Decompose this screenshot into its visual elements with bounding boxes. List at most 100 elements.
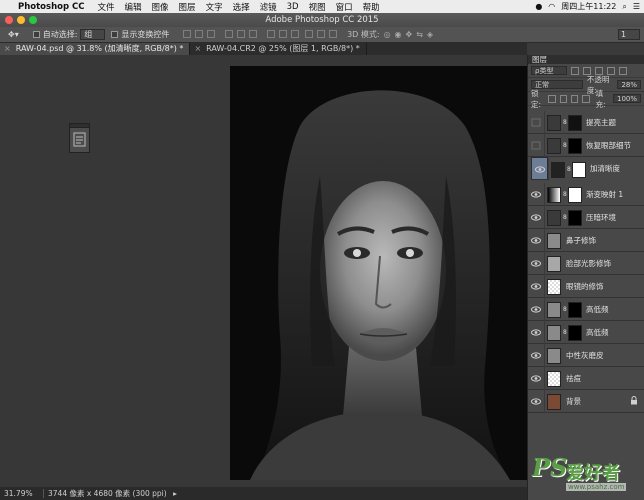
menu-help[interactable]: 帮助	[358, 1, 385, 13]
visibility-eye-icon[interactable]	[531, 213, 541, 222]
info-arrow-icon[interactable]: ▸	[173, 489, 177, 498]
chain-link-icon[interactable]: 8	[563, 119, 567, 126]
layer-thumbnail[interactable]	[547, 348, 561, 364]
layer-row[interactable]: 脸部光影修饰	[528, 252, 644, 275]
layer-name[interactable]: 背景	[566, 396, 581, 407]
align-left-icon[interactable]	[224, 29, 233, 38]
distribute-vcenter-icon[interactable]	[278, 29, 287, 38]
distribute-hcenter-icon[interactable]	[317, 29, 326, 38]
fill-field[interactable]: 100%	[613, 94, 642, 103]
layer-name[interactable]: 压暗环境	[586, 212, 616, 223]
layer-row[interactable]: 中性灰磨皮	[528, 344, 644, 367]
filter-smart-icon[interactable]	[619, 66, 627, 75]
layer-thumbnail[interactable]	[547, 115, 561, 131]
lock-all-icon[interactable]	[582, 94, 590, 103]
filter-kind-dropdown[interactable]: ρ类型	[531, 66, 567, 75]
menu-image[interactable]: 图像	[147, 1, 174, 13]
chain-link-icon[interactable]: 8	[563, 191, 567, 198]
layer-row[interactable]: 眼镜的修饰	[528, 275, 644, 298]
search-icon[interactable]: ⌕	[622, 2, 626, 12]
zoom-level[interactable]: 31.79%	[0, 489, 33, 498]
visibility-eye-icon[interactable]	[531, 259, 541, 268]
layer-row[interactable]: 祛痘	[528, 367, 644, 390]
tab-raw-04-cr2[interactable]: × RAW-04.CR2 @ 25% (图层 1, RGB/8*) *	[190, 43, 367, 55]
visibility-eye-icon[interactable]	[531, 236, 541, 245]
layer-row[interactable]: 8 提亮主题	[528, 111, 644, 134]
close-window-button[interactable]	[5, 16, 13, 24]
visibility-eye-icon[interactable]	[535, 165, 545, 174]
layer-row[interactable]: 8 高低频	[528, 321, 644, 344]
layer-name[interactable]: 脸部光影修饰	[566, 258, 611, 269]
layer-thumbnail[interactable]	[547, 279, 561, 295]
wifi-icon[interactable]: ◠	[548, 2, 555, 11]
layer-thumbnail[interactable]	[547, 187, 561, 203]
filter-type-icon[interactable]	[595, 66, 603, 75]
move-tool-icon[interactable]: ✥▾	[8, 30, 19, 39]
chain-link-icon[interactable]: 8	[563, 306, 567, 313]
menu-filter[interactable]: 滤镜	[255, 1, 282, 13]
layer-row[interactable]: 8 渐变映射 1	[528, 183, 644, 206]
properties-icon[interactable]	[70, 128, 89, 152]
distribute-bottom-icon[interactable]	[290, 29, 299, 38]
visibility-off-box[interactable]	[531, 118, 541, 127]
layer-thumbnail[interactable]	[547, 138, 561, 154]
distribute-top-icon[interactable]	[266, 29, 275, 38]
layer-row[interactable]: 鼻子修饰	[528, 229, 644, 252]
layer-name[interactable]: 渐变映射 1	[586, 189, 623, 200]
align-right-icon[interactable]	[248, 29, 257, 38]
opacity-field[interactable]: 28%	[617, 80, 641, 89]
layer-mask-thumbnail[interactable]	[568, 138, 582, 154]
menu-3d[interactable]: 3D	[282, 2, 304, 12]
auto-select-dropdown[interactable]: 组	[80, 29, 106, 40]
filter-shape-icon[interactable]	[607, 66, 615, 75]
layers-tab[interactable]: 图层	[528, 55, 644, 64]
layer-row[interactable]: 8 加清晰度	[531, 157, 620, 181]
align-hcenter-icon[interactable]	[236, 29, 245, 38]
layer-name[interactable]: 眼镜的修饰	[566, 281, 604, 292]
layer-thumbnail[interactable]	[547, 371, 561, 387]
layer-name[interactable]: 加清晰度	[590, 164, 620, 173]
close-tab-icon[interactable]: ×	[194, 44, 201, 53]
visibility-eye-icon[interactable]	[531, 190, 541, 199]
layer-mask-thumbnail[interactable]	[568, 187, 582, 203]
menu-layer[interactable]: 图层	[174, 1, 201, 13]
layer-name[interactable]: 提亮主题	[586, 117, 616, 128]
visibility-eye-icon[interactable]	[531, 397, 541, 406]
layer-mask-thumbnail[interactable]	[572, 162, 586, 178]
distribute-right-icon[interactable]	[329, 29, 338, 38]
layer-thumbnail[interactable]	[547, 233, 561, 249]
menu-edit[interactable]: 编辑	[120, 1, 147, 13]
chain-link-icon[interactable]: 8	[563, 142, 567, 149]
visibility-eye-icon[interactable]	[531, 305, 541, 314]
show-transform-checkbox[interactable]	[111, 31, 119, 38]
document-image[interactable]	[230, 66, 527, 480]
document-info[interactable]: 3744 像素 x 4680 像素 (300 ppi)	[43, 489, 167, 498]
align-bottom-icon[interactable]	[207, 29, 216, 38]
layer-name[interactable]: 中性灰磨皮	[566, 350, 604, 361]
workspace-selector[interactable]: 1	[618, 29, 640, 40]
tab-raw-04-psd[interactable]: × RAW-04.psd @ 31.8% (加清晰度, RGB/8*) *	[0, 43, 191, 55]
zoom-window-button[interactable]	[29, 16, 37, 24]
layer-row[interactable]: 8 高低频	[528, 298, 644, 321]
layer-thumbnail[interactable]	[547, 302, 561, 318]
layer-thumbnail[interactable]	[547, 394, 561, 410]
layer-row[interactable]: 8 恢复眼部细节	[528, 134, 644, 157]
visibility-eye-icon[interactable]	[531, 328, 541, 337]
minimize-window-button[interactable]	[17, 16, 25, 24]
lock-transparent-icon[interactable]	[548, 94, 556, 103]
menu-view[interactable]: 视图	[304, 1, 331, 13]
auto-select-checkbox[interactable]	[32, 31, 40, 38]
filter-adjust-icon[interactable]	[583, 66, 591, 75]
app-menu[interactable]: Photoshop CC	[16, 2, 93, 12]
spotlight-dot-icon[interactable]: ●	[535, 2, 542, 11]
close-tab-icon[interactable]: ×	[4, 44, 11, 53]
chain-link-icon[interactable]: 8	[567, 166, 571, 173]
chain-link-icon[interactable]: 8	[563, 214, 567, 221]
layer-name[interactable]: 祛痘	[566, 373, 581, 384]
layer-row[interactable]: 背景	[528, 390, 644, 413]
align-vcenter-icon[interactable]	[195, 29, 204, 38]
list-icon[interactable]: ☰	[633, 2, 640, 11]
chain-link-icon[interactable]: 8	[563, 329, 567, 336]
menu-window[interactable]: 窗口	[331, 1, 358, 13]
lock-position-icon[interactable]	[571, 94, 579, 103]
